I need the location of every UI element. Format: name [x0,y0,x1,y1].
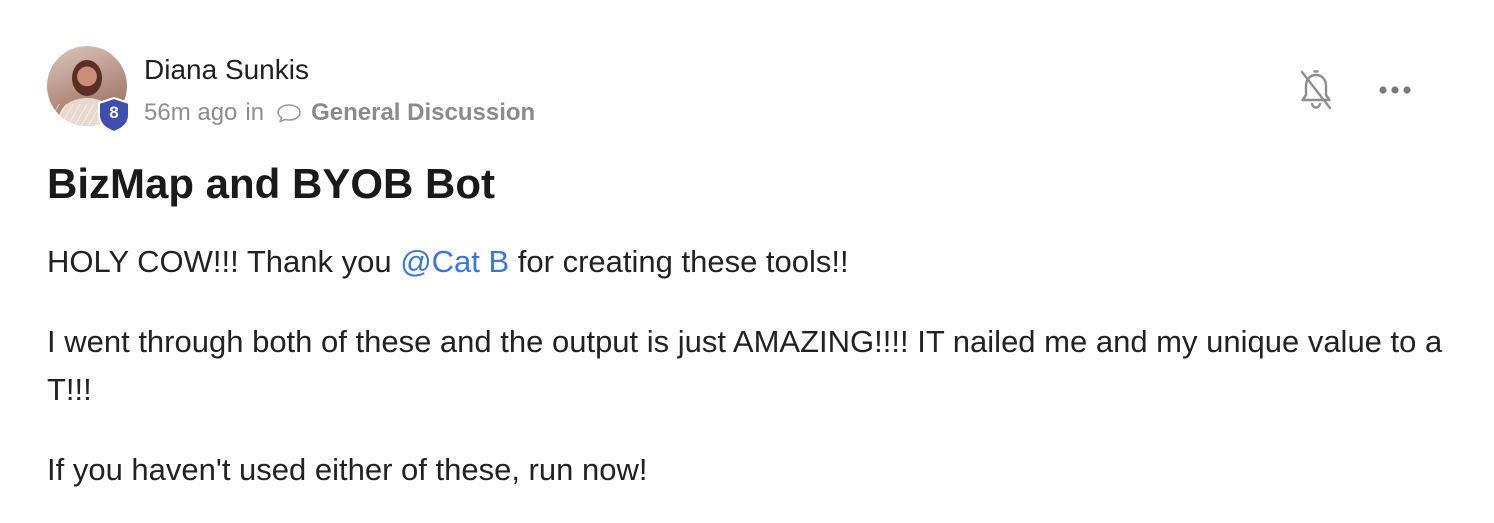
paragraph-text: for creating these tools!! [509,244,849,279]
post-paragraph: If you haven't used either of these, run… [47,452,648,487]
category-link[interactable]: General Discussion [311,99,535,127]
more-options-button[interactable] [1370,74,1420,106]
author-name[interactable]: Diana Sunkis [144,54,309,86]
bell-off-icon [1300,70,1332,110]
post-time: 56m ago [144,99,238,126]
paragraph-text: HOLY COW!!! Thank you [47,244,401,279]
author-avatar[interactable]: 8 [47,46,131,133]
in-label: in [245,99,265,126]
notifications-toggle-button[interactable] [1296,68,1336,112]
post-title: BizMap and BYOB Bot [47,160,495,207]
more-horizontal-icon [1379,86,1411,94]
post-paragraph: HOLY COW!!! Thank you @Cat B for creatin… [47,238,1447,286]
user-mention-link[interactable]: @Cat B [400,244,509,279]
level-badge: 8 [97,97,131,133]
post-card: 8 Diana Sunkis 56m ago in General Discus… [0,0,1494,523]
level-number: 8 [109,103,119,122]
post-body: HOLY COW!!! Thank you @Cat B for creatin… [47,238,1447,494]
speech-bubble-icon [276,103,302,123]
post-meta: 56m ago in General Discussion [144,98,535,128]
post-paragraph: I went through both of these and the out… [47,324,1443,407]
